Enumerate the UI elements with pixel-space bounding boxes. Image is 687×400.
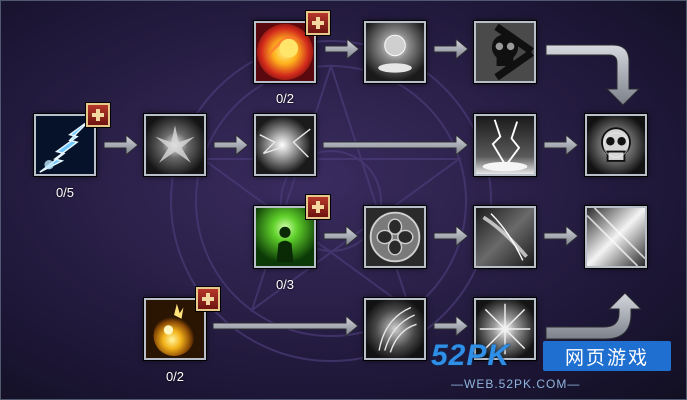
arrow-right [213, 133, 249, 157]
arrow-right [543, 224, 579, 248]
skill-storm-slash[interactable] [474, 206, 536, 268]
crystal-sphere-icon [366, 23, 424, 81]
skill-shatter[interactable] [144, 114, 206, 176]
add-point-button[interactable] [86, 103, 110, 127]
arrow-right [433, 314, 469, 338]
arrow-right [103, 133, 139, 157]
skill-clover-shield[interactable] [364, 206, 426, 268]
arrow-right [324, 37, 360, 61]
add-point-button[interactable] [306, 11, 330, 35]
skill-tree-panel: 0/2 0/5 0/3 0/2 52PK 网页游戏 —WEB.52PK.COM— [0, 0, 687, 400]
skill-points-label: 0/3 [275, 277, 295, 292]
watermark-logo: 52PK [431, 339, 511, 372]
skill-death-skull[interactable] [585, 114, 647, 176]
arrow-curve-up [545, 292, 643, 340]
skill-thunder-strike[interactable] [474, 114, 536, 176]
light-beam-icon [587, 208, 645, 266]
add-point-button[interactable] [196, 287, 220, 311]
static-flash-icon [256, 116, 314, 174]
arrow-right-long [322, 133, 469, 157]
thunder-strike-icon [476, 116, 534, 174]
skill-points-label: 0/2 [275, 91, 295, 106]
arrow-right [433, 224, 469, 248]
arrow-right-long [212, 314, 359, 338]
skill-static-flash[interactable] [254, 114, 316, 176]
watermark-cn-label: 网页游戏 [543, 341, 671, 371]
storm-slash-icon [476, 208, 534, 266]
arrow-curve-down [545, 44, 641, 106]
site-watermark: 52PK 网页游戏 —WEB.52PK.COM— [431, 337, 686, 397]
arrow-right [433, 37, 469, 61]
skill-light-beam[interactable] [585, 206, 647, 268]
shatter-burst-icon [146, 116, 204, 174]
skill-points-label: 0/2 [165, 369, 185, 384]
add-point-button[interactable] [306, 195, 330, 219]
feather-wind-icon [366, 300, 424, 358]
skill-crystal-sphere[interactable] [364, 21, 426, 83]
clover-shield-icon [366, 208, 424, 266]
skill-skull-crossbones[interactable] [474, 21, 536, 83]
skill-points-label: 0/5 [55, 185, 75, 200]
watermark-url: —WEB.52PK.COM— [451, 377, 581, 391]
skull-crossbones-icon [476, 23, 534, 81]
skill-feather-wind[interactable] [364, 298, 426, 360]
arrow-right [543, 133, 579, 157]
skull-icon [587, 116, 645, 174]
arrow-right [323, 224, 359, 248]
